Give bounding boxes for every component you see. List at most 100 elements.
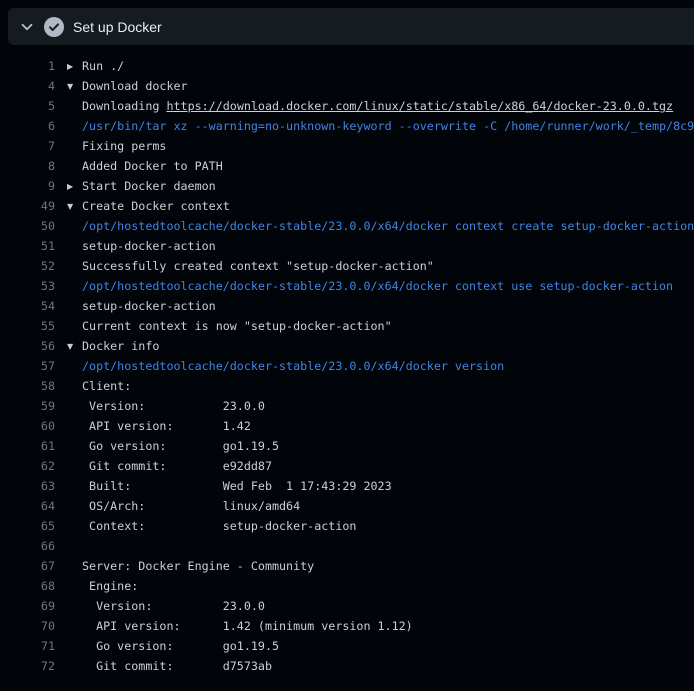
log-text: setup-docker-action [82,299,694,313]
log-text: Context: setup-docker-action [82,519,694,533]
chevron-down-icon [19,19,35,35]
log-text: Server: Docker Engine - Community [82,559,694,573]
gutter-slot: ▼ [55,199,82,213]
line-number: 72 [0,659,55,673]
log-command-text: /opt/hostedtoolcache/docker-stable/23.0.… [82,359,694,373]
log-line: 59 Version: 23.0.0 [0,396,694,416]
log-command-text: /usr/bin/tar xz --warning=no-unknown-key… [82,119,694,133]
line-number: 8 [0,159,55,173]
log-line: 69 Version: 23.0.0 [0,596,694,616]
line-number: 6 [0,119,55,133]
line-number: 65 [0,519,55,533]
line-number: 53 [0,279,55,293]
line-number: 70 [0,619,55,633]
gutter-slot: ▼ [55,339,82,353]
step-log-viewer: Set up Docker 1 ▶ Run ./ 4 ▼ Download docker 5… [0,8,694,676]
log-line: 72 Git commit: d7573ab [0,656,694,676]
log-text: Go version: go1.19.5 [82,439,694,453]
line-number: 69 [0,599,55,613]
log-text: Docker info [82,339,694,353]
line-number: 51 [0,239,55,253]
log-line: 62 Git commit: e92dd87 [0,456,694,476]
group-collapsed-icon[interactable]: ▶ [67,62,73,71]
log-text: Fixing perms [82,139,694,153]
step-success-icon [44,17,64,37]
log-lines: 1 ▶ Run ./ 4 ▼ Download docker 5Downloading ht… [0,45,694,676]
log-line: 6/usr/bin/tar xz --warning=no-unknown-ke… [0,116,694,136]
line-number: 52 [0,259,55,273]
log-line: 8 Added Docker to PATH [0,156,694,176]
download-url-link[interactable]: https://download.docker.com/linux/static… [166,99,673,113]
log-text: Git commit: e92dd87 [82,459,694,473]
log-command-text: /opt/hostedtoolcache/docker-stable/23.0.… [82,279,694,293]
line-number: 54 [0,299,55,313]
gutter-slot: ▼ [55,79,82,93]
line-number: 68 [0,579,55,593]
line-number: 4 [0,79,55,93]
log-line: 71 Go version: go1.19.5 [0,636,694,656]
log-group-row[interactable]: 56 ▼ Docker info [0,336,694,356]
log-group-row[interactable]: 1 ▶ Run ./ [0,56,694,76]
log-group-row[interactable]: 4 ▼ Download docker [0,76,694,96]
log-line: 51 setup-docker-action [0,236,694,256]
log-line: 55Current context is now "setup-docker-a… [0,316,694,336]
log-text: Added Docker to PATH [82,159,694,173]
log-line: 58 Client: [0,376,694,396]
line-number: 55 [0,319,55,333]
log-line: 65 Context: setup-docker-action [0,516,694,536]
log-line: 53/opt/hostedtoolcache/docker-stable/23.… [0,276,694,296]
line-number: 62 [0,459,55,473]
line-number: 1 [0,59,55,73]
log-text: setup-docker-action [82,239,694,253]
line-number: 7 [0,139,55,153]
log-text: OS/Arch: linux/amd64 [82,499,694,513]
line-number: 56 [0,339,55,353]
gutter-slot: ▶ [55,59,82,73]
group-expanded-icon[interactable]: ▼ [67,342,73,351]
step-header[interactable]: Set up Docker [8,8,694,45]
log-text: Engine: [82,579,694,593]
log-group-row[interactable]: 49 ▼ Create Docker context [0,196,694,216]
line-number: 49 [0,199,55,213]
line-number: 50 [0,219,55,233]
log-text: Start Docker daemon [82,179,694,193]
log-line: 67 Server: Docker Engine - Community [0,556,694,576]
log-line: 52Successfully created context "setup-do… [0,256,694,276]
log-text: Client: [82,379,694,393]
line-number: 60 [0,419,55,433]
log-line: 61 Go version: go1.19.5 [0,436,694,456]
line-number: 58 [0,379,55,393]
log-line: 54 setup-docker-action [0,296,694,316]
step-title: Set up Docker [73,19,162,35]
log-line: 5Downloading https://download.docker.com… [0,96,694,116]
log-line: 7 Fixing perms [0,136,694,156]
group-expanded-icon[interactable]: ▼ [67,202,73,211]
line-number: 9 [0,179,55,193]
log-text: Create Docker context [82,199,694,213]
group-expanded-icon[interactable]: ▼ [67,82,73,91]
log-text: Git commit: d7573ab [82,659,694,673]
log-line: 60 API version: 1.42 [0,416,694,436]
line-number: 66 [0,539,55,553]
gutter-slot: ▶ [55,179,82,193]
log-line: 64 OS/Arch: linux/amd64 [0,496,694,516]
log-command-text: /opt/hostedtoolcache/docker-stable/23.0.… [82,219,694,233]
line-number: 5 [0,99,55,113]
line-number: 63 [0,479,55,493]
log-line: 66 [0,536,694,556]
collapse-step-button[interactable] [8,19,35,35]
log-line: 68 Engine: [0,576,694,596]
line-number: 67 [0,559,55,573]
log-line: 70 API version: 1.42 (minimum version 1.… [0,616,694,636]
log-text: Version: 23.0.0 [82,399,694,413]
log-text: API version: 1.42 [82,419,694,433]
log-text: API version: 1.42 (minimum version 1.12) [82,619,694,633]
log-group-row[interactable]: 9 ▶ Start Docker daemon [0,176,694,196]
line-number: 71 [0,639,55,653]
log-text: Built: Wed Feb 1 17:43:29 2023 [82,479,694,493]
group-collapsed-icon[interactable]: ▶ [67,182,73,191]
log-text: Download docker [82,79,694,93]
log-text: Go version: go1.19.5 [82,639,694,653]
line-number: 61 [0,439,55,453]
log-text: Run ./ [82,59,694,73]
